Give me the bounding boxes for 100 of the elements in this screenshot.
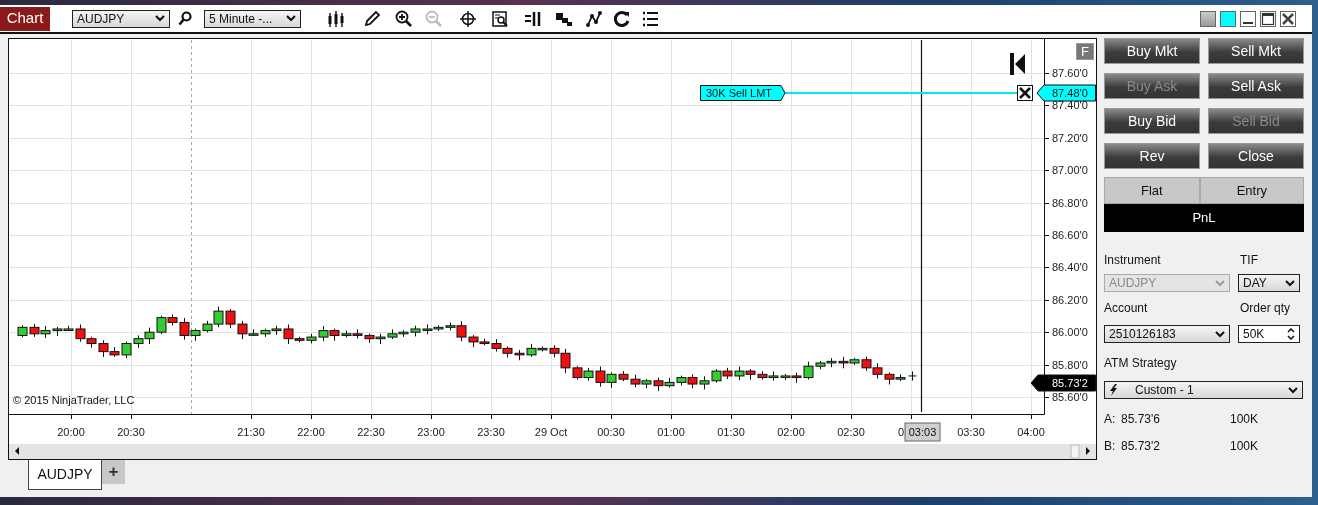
zoom-in-icon[interactable] (395, 9, 413, 28)
time-label: 22:00 (297, 426, 325, 438)
order-button[interactable]: Sell Ask (1208, 73, 1304, 99)
time-label: 29 Oct (534, 426, 568, 438)
time-label: 02:30 (837, 426, 865, 438)
flat-button[interactable]: F (1076, 43, 1094, 60)
quantity-spinner[interactable]: 50K (1238, 325, 1300, 343)
circle-arrow-icon[interactable] (613, 9, 631, 28)
candle (398, 329, 409, 338)
pencil-icon[interactable] (363, 9, 381, 28)
candle (514, 349, 525, 361)
quote-side: A: (1104, 411, 1117, 428)
candle (630, 374, 641, 388)
order-button[interactable]: Close (1208, 143, 1304, 169)
time-label: 00:30 (597, 426, 625, 438)
price-label: 85.60'0 (1052, 391, 1088, 403)
position-cell: Flat (1104, 177, 1200, 204)
crosshair-icon[interactable] (459, 9, 477, 28)
time-label: 01:00 (657, 426, 685, 438)
candle (872, 362, 883, 380)
candle (387, 328, 398, 340)
price-label: 87.00'0 (1052, 164, 1088, 176)
spinner-arrows-icon[interactable] (1287, 328, 1295, 340)
price-label: 87.60'0 (1052, 67, 1088, 79)
price-label: 87.20'0 (1052, 132, 1088, 144)
candle (826, 357, 837, 368)
time-label: 22:30 (357, 426, 385, 438)
order-button[interactable]: Buy Bid (1104, 108, 1200, 134)
add-tab-button[interactable]: + (102, 460, 125, 484)
candle (711, 368, 722, 384)
order-button[interactable]: Rev (1104, 143, 1200, 169)
candle (699, 375, 710, 390)
pnl-cell: PnL (1104, 204, 1304, 232)
instrument-select[interactable]: AUDJPY (72, 9, 170, 28)
lightning-icon (1109, 384, 1119, 396)
candle (908, 370, 917, 382)
minimize-icon[interactable] (1240, 10, 1256, 27)
time-label: 21:30 (237, 426, 265, 438)
close-order-icon[interactable] (1017, 85, 1033, 101)
candle (144, 327, 155, 345)
account-select[interactable]: 2510126183 (1104, 325, 1230, 343)
candle (364, 333, 375, 344)
field-label: Instrument (1104, 252, 1162, 269)
nodes-icon[interactable] (585, 9, 603, 28)
maximize-icon[interactable] (1260, 10, 1276, 27)
color-swatch[interactable] (1220, 10, 1236, 27)
caret-icon (1215, 279, 1225, 287)
quote-side: B: (1104, 438, 1117, 455)
time-label: 02:00 (777, 426, 805, 438)
candle (734, 366, 745, 381)
candle (156, 315, 167, 335)
time-label: 0 (897, 426, 904, 438)
quote-size: 100K (1230, 438, 1259, 455)
jump-to-end-icon[interactable] (1010, 53, 1025, 75)
order-price-marker: 87.48'0 (1036, 84, 1096, 102)
order-button[interactable]: Sell Mkt (1208, 38, 1304, 64)
caret-icon (286, 15, 296, 22)
position-cell: Entry (1199, 177, 1304, 204)
candle (653, 377, 664, 392)
field-label: ATM Strategy (1104, 355, 1178, 372)
tif-select[interactable]: DAY (1238, 274, 1300, 292)
bars-icon[interactable] (327, 9, 345, 28)
field-label: TIF (1240, 252, 1258, 269)
last-price-marker: 85.73'2 (1030, 374, 1096, 392)
time-label: 01:30 (717, 426, 745, 438)
price-label: 86.20'0 (1052, 294, 1088, 306)
scroll-left-icon[interactable] (15, 447, 19, 455)
candle (641, 378, 652, 389)
caret-icon (1288, 386, 1298, 394)
quote-price: 85.73'6 (1121, 411, 1161, 428)
scroll-thumb[interactable] (1070, 444, 1080, 459)
candle (502, 345, 513, 358)
copyright-text: © 2015 NinjaTrader, LLC (13, 394, 135, 406)
price-label: 85.80'0 (1052, 359, 1088, 371)
price-label: 87.40'0 (1052, 99, 1088, 111)
candle (225, 308, 236, 329)
time-label: 03:30 (957, 426, 985, 438)
order-button[interactable]: Buy Mkt (1104, 38, 1200, 64)
search-icon[interactable] (178, 11, 192, 26)
interval-select[interactable]: 5 Minute -... (204, 9, 301, 28)
candle (352, 328, 363, 339)
time-label: 20:00 (57, 426, 85, 438)
close-icon[interactable] (1280, 10, 1296, 27)
price-label: 86.80'0 (1052, 197, 1088, 209)
candle (260, 328, 271, 338)
quote-price: 85.73'2 (1121, 438, 1161, 455)
chart-tab[interactable]: AUDJPY (28, 460, 102, 490)
list-icon[interactable] (641, 9, 659, 28)
magnifier-page-icon[interactable] (491, 9, 509, 28)
time-label: 20:30 (117, 426, 145, 438)
order-tag[interactable]: 30K Sell LMT (700, 85, 786, 101)
atm-strategy-select[interactable]: Custom - 1 (1104, 381, 1303, 399)
bar-spacing-icon[interactable] (523, 9, 541, 28)
candle (375, 333, 386, 345)
candle (664, 377, 675, 389)
color-swatch[interactable] (1200, 10, 1216, 27)
candle (17, 324, 28, 338)
caret-icon (1215, 330, 1225, 338)
candle (745, 368, 756, 381)
scroll-right-icon[interactable] (1086, 447, 1090, 455)
